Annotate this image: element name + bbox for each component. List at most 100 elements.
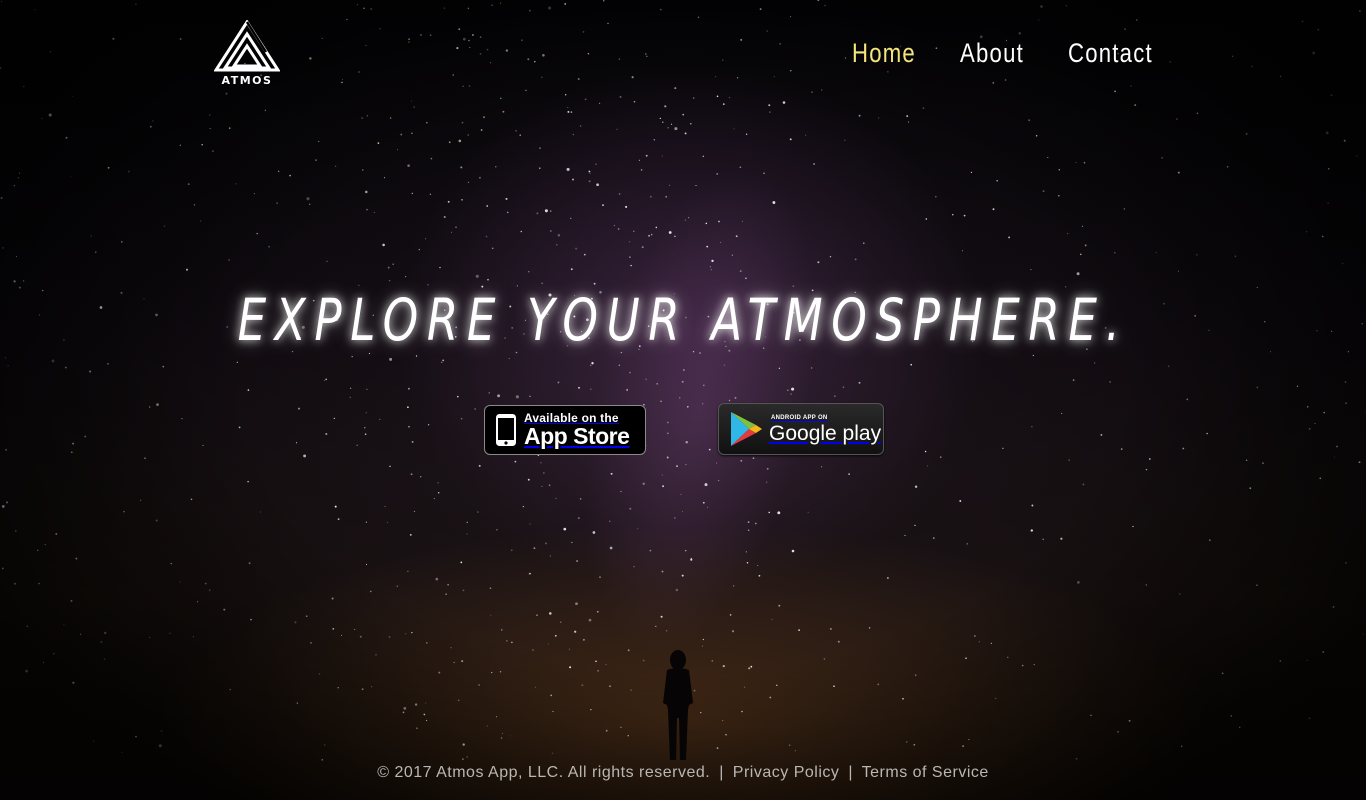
star (13, 280, 16, 283)
star (741, 220, 743, 222)
star (361, 688, 364, 691)
star (834, 395, 836, 397)
star (460, 561, 463, 564)
star (501, 629, 503, 631)
star (551, 752, 554, 755)
star (1117, 730, 1119, 733)
star (966, 543, 968, 545)
star (548, 6, 552, 10)
star (596, 610, 599, 613)
star (739, 270, 742, 273)
star (42, 662, 45, 664)
star (716, 747, 719, 749)
star (747, 529, 750, 531)
star (630, 689, 632, 691)
star (681, 380, 684, 383)
star (34, 9, 36, 11)
star (619, 95, 622, 98)
star (359, 635, 362, 638)
star (595, 163, 597, 165)
star (904, 534, 906, 536)
star (1030, 269, 1032, 271)
star (456, 47, 459, 50)
star (1081, 225, 1083, 227)
star (474, 408, 476, 410)
star (466, 533, 468, 535)
star (461, 660, 464, 663)
star (541, 282, 544, 285)
star (1, 504, 5, 508)
star (430, 157, 433, 160)
star (798, 629, 800, 631)
star (209, 114, 211, 116)
star (778, 367, 781, 370)
star (92, 740, 95, 742)
star (89, 370, 92, 373)
footer-separator: | (719, 764, 724, 781)
star (365, 521, 367, 523)
star (303, 454, 307, 458)
star (706, 245, 709, 248)
star (23, 85, 25, 87)
star (677, 707, 679, 710)
star (680, 493, 682, 495)
star (483, 116, 485, 119)
star (813, 163, 816, 165)
nav-contact-link[interactable]: Contact (1068, 38, 1153, 69)
app-store-text: Available on the App Store (524, 412, 630, 448)
star (962, 250, 964, 252)
star (1250, 65, 1253, 68)
privacy-policy-link[interactable]: Privacy Policy (733, 764, 840, 781)
star (187, 183, 190, 186)
star (768, 104, 771, 107)
star (337, 687, 339, 689)
star (179, 38, 182, 40)
star (528, 573, 530, 575)
star (416, 727, 418, 730)
star (1323, 411, 1325, 414)
star (609, 546, 613, 550)
star (778, 604, 781, 607)
star (690, 557, 692, 560)
star (411, 631, 413, 634)
star (410, 100, 413, 102)
terms-of-service-link[interactable]: Terms of Service (862, 764, 989, 781)
hero-headline-container: EXPLORE YOUR ATMOSPHERE. (0, 286, 1366, 354)
star (766, 30, 768, 32)
star (362, 169, 364, 171)
star (149, 636, 151, 639)
star (1008, 236, 1011, 239)
atmos-logo[interactable]: ATMOS (212, 20, 282, 92)
star (620, 726, 622, 729)
star (534, 60, 536, 63)
google-play-badge[interactable]: ANDROID APP ON Google play (718, 403, 884, 455)
star (887, 71, 889, 73)
star (396, 149, 399, 151)
star (389, 357, 393, 361)
nav-home-link[interactable]: Home (852, 38, 916, 69)
star (596, 183, 599, 187)
star (84, 435, 87, 438)
star (438, 671, 441, 674)
star (688, 217, 690, 219)
star (659, 8, 662, 11)
star (49, 51, 52, 53)
star (570, 217, 572, 220)
star (17, 177, 19, 179)
app-store-badge[interactable]: Available on the App Store (484, 405, 646, 455)
star (1040, 5, 1043, 8)
star (722, 720, 724, 722)
star (574, 630, 577, 633)
star (646, 55, 648, 57)
star (107, 362, 109, 365)
star (844, 139, 846, 142)
star (965, 657, 967, 660)
star (400, 133, 403, 136)
star (387, 266, 390, 269)
star (250, 618, 252, 621)
star (51, 359, 55, 363)
nav-about-link[interactable]: About (960, 38, 1024, 69)
star (667, 126, 670, 129)
star (413, 510, 416, 513)
star (878, 117, 880, 119)
